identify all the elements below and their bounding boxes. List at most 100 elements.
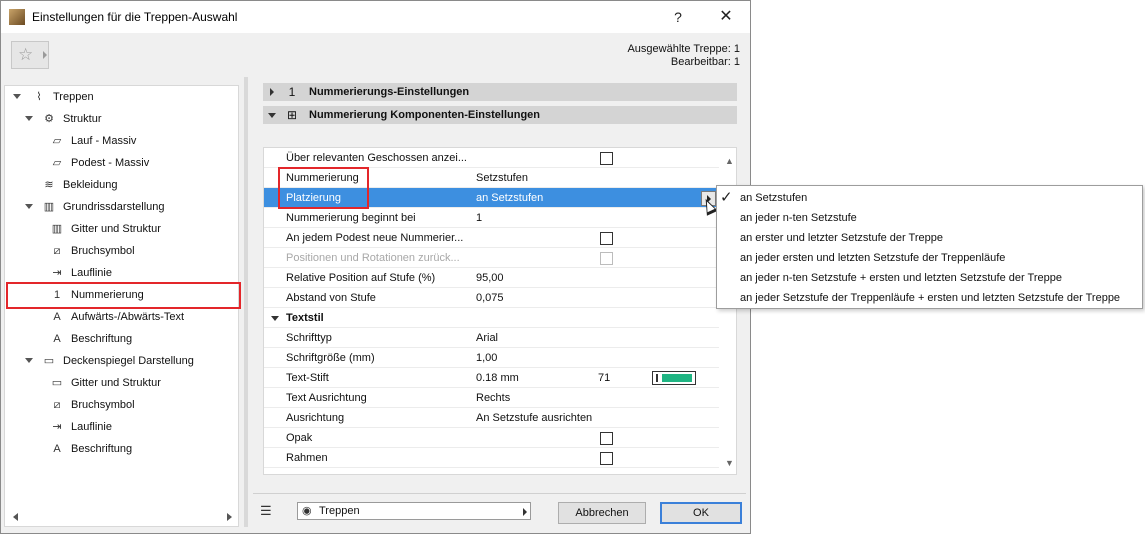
menu-item-label: an jeder ersten und letzten Setzstufe de… <box>740 252 1006 264</box>
scroll-left-icon[interactable] <box>13 513 18 521</box>
chevron-right-icon <box>43 51 47 59</box>
property-checkbox[interactable] <box>600 232 613 245</box>
section-numbering-settings[interactable]: 1 Nummerierungs-Einstellungen <box>263 83 737 101</box>
tree-item[interactable]: ▱ Lauf - Massiv <box>5 130 238 152</box>
property-row[interactable]: Text Ausrichtung Rechts <box>264 388 719 408</box>
tree-item-label: Grundrissdarstellung <box>63 201 165 213</box>
cladding-icon: ≋ <box>44 179 54 191</box>
menu-item[interactable]: an jeder n-ten Setzstufe <box>717 208 1142 228</box>
menu-item[interactable]: ✓ an Setzstufen <box>717 188 1142 208</box>
property-value[interactable]: An Setzstufe ausrichten <box>476 408 592 428</box>
scroll-right-icon[interactable] <box>227 513 232 521</box>
walking-line-icon: ⇥ <box>52 421 62 433</box>
menu-item[interactable]: an jeder ersten und letzten Setzstufe de… <box>717 248 1142 268</box>
highlight-placement-label <box>278 167 369 209</box>
tree-item[interactable]: ▥ Gitter und Struktur <box>5 218 238 240</box>
tree-item-label: Beschriftung <box>71 443 133 455</box>
tree-item[interactable]: ⧄ Bruchsymbol <box>5 394 238 416</box>
settings-dialog: Einstellungen für die Treppen-Auswahl ? … <box>0 0 751 534</box>
expander-icon[interactable] <box>13 94 21 99</box>
property-value[interactable]: 0.18 mm <box>476 368 519 388</box>
property-row[interactable]: Text-Stift 0.18 mm 71 <box>264 368 719 388</box>
property-group-header[interactable]: Textstil <box>264 308 719 328</box>
layer-select[interactable]: ◉ Treppen <box>297 502 531 520</box>
property-value[interactable]: an Setzstufen <box>476 188 543 208</box>
break-mark-icon: ⧄ <box>53 399 61 411</box>
flight-icon: ▱ <box>52 135 62 147</box>
grid-icon: ▭ <box>51 377 63 389</box>
close-button[interactable]: ✕ <box>704 3 748 31</box>
menu-item-label: an jeder n-ten Setzstufe <box>740 212 857 224</box>
collapse-icon[interactable] <box>271 316 279 321</box>
property-row[interactable]: Über relevanten Geschossen anzei... <box>264 148 719 168</box>
placement-dropdown-menu: ✓ an Setzstufen an jeder n-ten Setzstufe an… <box>716 185 1143 309</box>
tree-item-label: Bekleidung <box>63 179 118 191</box>
tree-item[interactable]: A Beschriftung <box>5 328 238 350</box>
expander-icon[interactable] <box>25 204 33 209</box>
help-button[interactable]: ? <box>656 3 700 31</box>
property-value[interactable]: Rechts <box>476 388 510 408</box>
tree-item-label: Aufwärts-/Abwärts-Text <box>71 311 185 323</box>
section-component-settings[interactable]: ⊞ Nummerierung Komponenten-Einstellungen <box>263 106 737 124</box>
selection-info: Ausgewählte Treppe: 1 Bearbeitbar: 1 <box>627 43 740 69</box>
property-value[interactable]: Setzstufen <box>476 168 528 188</box>
property-checkbox <box>600 252 613 265</box>
tree-item[interactable]: ⇥ Lauflinie <box>5 416 238 438</box>
menu-item[interactable]: an jeder Setzstufe der Treppenläufe + er… <box>717 288 1142 308</box>
property-value[interactable]: Arial <box>476 328 498 348</box>
property-label: Text-Stift <box>286 372 329 384</box>
tree-item-label: Gitter und Struktur <box>71 223 161 235</box>
tree-item[interactable]: ▭ Deckenspiegel Darstellung <box>5 350 238 372</box>
expander-icon[interactable] <box>25 358 33 363</box>
tree-item[interactable]: ⧄ Bruchsymbol <box>5 240 238 262</box>
tree-horizontal-scrollbar[interactable] <box>5 508 238 526</box>
property-value[interactable]: 95,00 <box>476 268 504 288</box>
menu-item-label: an erster und letzter Setzstufe der Trep… <box>740 232 944 244</box>
property-row[interactable]: Abstand von Stufe 0,075 <box>264 288 719 308</box>
numbering-icon: 1 <box>288 85 296 99</box>
property-value[interactable]: 1 <box>476 208 482 228</box>
tree-item[interactable]: A Beschriftung <box>5 438 238 460</box>
property-checkbox[interactable] <box>600 152 613 165</box>
property-row[interactable]: Opak <box>264 428 719 448</box>
property-row[interactable]: Schrifttyp Arial <box>264 328 719 348</box>
tree-item[interactable]: A Aufwärts-/Abwärts-Text <box>5 306 238 328</box>
property-row[interactable]: Ausrichtung An Setzstufe ausrichten <box>264 408 719 428</box>
tree-item[interactable]: ⌇ Treppen <box>5 86 238 108</box>
title-bar: Einstellungen für die Treppen-Auswahl ? … <box>1 1 750 33</box>
property-row[interactable]: An jedem Podest neue Nummerier... <box>264 228 719 248</box>
structure-icon: ⚙ <box>44 113 54 125</box>
property-checkbox[interactable] <box>600 432 613 445</box>
tree-item[interactable]: ▭ Gitter und Struktur <box>5 372 238 394</box>
scroll-down-icon[interactable]: ▼ <box>725 458 734 468</box>
property-row[interactable]: Nummerierung beginnt bei 1 <box>264 208 719 228</box>
tree-item[interactable]: ▥ Grundrissdarstellung <box>5 196 238 218</box>
favorites-button[interactable]: ☆ <box>11 41 49 69</box>
tree-item[interactable]: ⚙ Struktur <box>5 108 238 130</box>
menu-item[interactable]: an jeder n-ten Setzstufe + ersten und le… <box>717 268 1142 288</box>
pen-color-swatch[interactable] <box>652 371 696 385</box>
property-checkbox[interactable] <box>600 452 613 465</box>
tree-item[interactable]: ⇥ Lauflinie <box>5 262 238 284</box>
property-label: Rahmen <box>286 452 328 464</box>
footer-divider <box>253 493 746 494</box>
property-value[interactable]: 0,075 <box>476 288 504 308</box>
menu-item[interactable]: an erster und letzter Setzstufe der Trep… <box>717 228 1142 248</box>
property-row[interactable]: Schriftgröße (mm) 1,00 <box>264 348 719 368</box>
ok-button[interactable]: OK <box>660 502 742 524</box>
scroll-up-icon[interactable]: ▲ <box>725 156 734 166</box>
tree-item-label: Deckenspiegel Darstellung <box>63 355 194 367</box>
property-value[interactable]: 1,00 <box>476 348 497 368</box>
editable-count: Bearbeitbar: 1 <box>670 56 740 68</box>
expander-icon[interactable] <box>25 116 33 121</box>
break-mark-icon: ⧄ <box>53 245 61 257</box>
tree-item[interactable]: ▱ Podest - Massiv <box>5 152 238 174</box>
tree-item[interactable]: ≋ Bekleidung <box>5 174 238 196</box>
property-row[interactable]: Rahmen <box>264 448 719 468</box>
property-label: Text Ausrichtung <box>286 392 367 404</box>
panel-splitter[interactable] <box>244 77 248 527</box>
cancel-button[interactable]: Abbrechen <box>558 502 646 524</box>
eye-icon: ◉ <box>302 505 312 517</box>
property-row[interactable]: Relative Position auf Stufe (%) 95,00 <box>264 268 719 288</box>
property-row[interactable]: Positionen und Rotationen zurück... <box>264 248 719 268</box>
